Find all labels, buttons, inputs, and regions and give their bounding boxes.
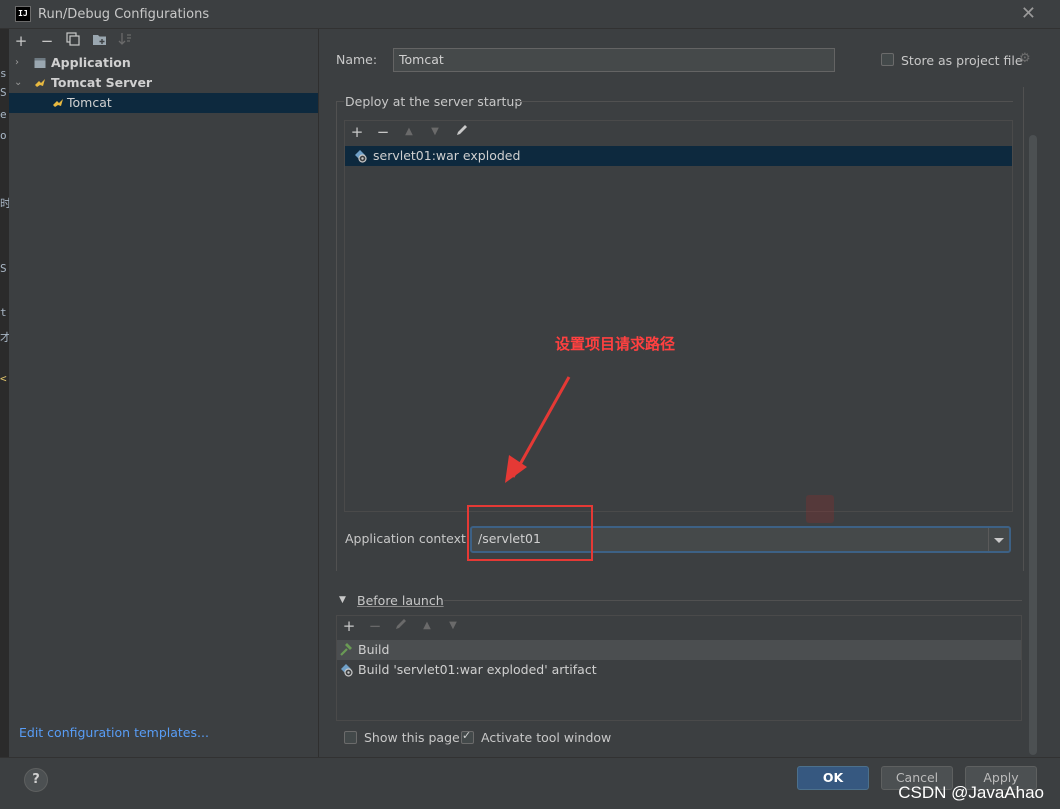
- editor-fragment: t: [0, 306, 7, 319]
- tree-item-label: Tomcat: [67, 95, 112, 110]
- collapse-arrow-icon[interactable]: ▼: [339, 595, 346, 605]
- artifact-icon: [341, 664, 353, 677]
- copy-icon[interactable]: [63, 31, 83, 51]
- deploy-artifacts-panel: + − ▲ ▼ servlet01:war exploded: [344, 120, 1013, 512]
- hammer-icon: [340, 643, 352, 656]
- list-item[interactable]: servlet01:war exploded: [345, 146, 1012, 166]
- store-as-project-file-checkbox[interactable]: [881, 53, 894, 66]
- tree-item-tomcat[interactable]: Tomcat: [9, 93, 318, 113]
- chevron-down-icon[interactable]: [988, 528, 1009, 551]
- title-bar: IJ Run/Debug Configurations ✕: [0, 0, 1060, 29]
- tree-item-application[interactable]: › Application: [9, 53, 318, 73]
- annotation-text: 设置项目请求路径: [555, 335, 676, 353]
- folder-icon[interactable]: [89, 31, 109, 51]
- configuration-form: Name: Tomcat Store as project file ⚙ Dep…: [319, 29, 1060, 757]
- scrollbar[interactable]: [1029, 135, 1037, 755]
- add-icon[interactable]: +: [347, 122, 367, 142]
- run-debug-dialog: IJ Run/Debug Configurations ✕ s S e o 时 …: [0, 0, 1060, 809]
- editor-fragment: <: [0, 372, 7, 385]
- tree-item-label: Application: [51, 55, 131, 70]
- application-context-label: Application context:: [345, 531, 471, 546]
- editor-fragment: 时: [0, 197, 9, 210]
- before-launch-panel: + − ▲ ▼ Build Build 'servlet01:war explo…: [336, 615, 1022, 721]
- activate-tool-window-label[interactable]: Activate tool window: [481, 730, 611, 745]
- deploy-artifacts-list: servlet01:war exploded: [345, 145, 1012, 511]
- watermark: CSDN @JavaAhao: [898, 783, 1044, 802]
- show-this-page-checkbox[interactable]: [344, 731, 357, 744]
- sort-icon[interactable]: [115, 31, 135, 51]
- gear-icon[interactable]: ⚙: [1019, 51, 1031, 66]
- artifact-label: servlet01:war exploded: [373, 148, 521, 163]
- editor-fragment: o: [0, 129, 7, 142]
- tree-item-tomcat-server[interactable]: ⌄ Tomcat Server: [9, 73, 318, 93]
- close-icon[interactable]: ✕: [1021, 3, 1036, 24]
- add-icon[interactable]: +: [11, 31, 31, 51]
- editor-fragment: S: [0, 262, 7, 275]
- move-up-icon[interactable]: ▲: [417, 616, 437, 636]
- tree-item-label: Tomcat Server: [51, 75, 153, 90]
- editor-fragment: e: [0, 108, 7, 121]
- name-label: Name:: [336, 52, 378, 67]
- list-item[interactable]: Build 'servlet01:war exploded' artifact: [337, 660, 1021, 680]
- move-down-icon[interactable]: ▼: [425, 122, 445, 142]
- edit-icon[interactable]: [452, 122, 472, 142]
- configurations-tree-panel: + − › Application ⌄ Tomcat Server Tomcat…: [9, 29, 319, 757]
- list-item[interactable]: Build: [337, 640, 1021, 660]
- remove-icon[interactable]: −: [373, 122, 393, 142]
- move-up-icon[interactable]: ▲: [399, 122, 419, 142]
- chevron-down-icon[interactable]: ⌄: [14, 73, 22, 93]
- editor-fragment: s: [0, 67, 7, 80]
- activate-tool-window-checkbox[interactable]: [461, 729, 474, 744]
- tree-toolbar: + −: [9, 29, 318, 53]
- name-input[interactable]: Tomcat: [393, 48, 835, 72]
- store-as-project-file-label[interactable]: Store as project file: [901, 53, 1023, 68]
- annotation-arrow: [505, 376, 571, 483]
- edit-icon[interactable]: [391, 616, 411, 636]
- remove-icon[interactable]: −: [37, 31, 57, 51]
- add-icon[interactable]: +: [339, 616, 359, 636]
- tomcat-icon: [53, 99, 63, 107]
- background-editor-strip: s S e o 时 S t 才 <: [0, 29, 9, 757]
- group-divider: [444, 600, 1022, 601]
- before-launch-item-label: Build: [358, 642, 390, 657]
- show-this-page-label[interactable]: Show this page: [364, 730, 460, 745]
- ok-button[interactable]: OK: [797, 766, 869, 790]
- edit-configuration-templates-link[interactable]: Edit configuration templates...: [19, 725, 209, 740]
- before-launch-title[interactable]: Before launch: [357, 593, 444, 608]
- move-down-icon[interactable]: ▼: [443, 616, 463, 636]
- chevron-right-icon[interactable]: ›: [15, 53, 19, 73]
- artifact-icon: [355, 150, 367, 163]
- intellij-logo-icon: IJ: [15, 6, 31, 22]
- help-button[interactable]: ?: [24, 768, 48, 792]
- remove-icon[interactable]: −: [365, 616, 385, 636]
- before-launch-item-label: Build 'servlet01:war exploded' artifact: [358, 662, 597, 677]
- tomcat-icon: [35, 79, 45, 87]
- search-icon: [806, 495, 834, 523]
- group-divider: [336, 101, 344, 102]
- group-divider: [515, 101, 1013, 102]
- editor-fragment: S: [0, 86, 7, 99]
- deploy-group-title: Deploy at the server startup: [345, 94, 523, 109]
- editor-fragment: 才: [0, 331, 9, 344]
- dialog-button-bar: ? OK Cancel Apply CSDN @JavaAhao: [0, 757, 1060, 809]
- group-border-left: [336, 101, 337, 571]
- window-title: Run/Debug Configurations: [38, 7, 210, 22]
- annotation-highlight-box: [467, 505, 593, 561]
- group-border-right: [1023, 87, 1024, 571]
- application-icon: [34, 58, 46, 68]
